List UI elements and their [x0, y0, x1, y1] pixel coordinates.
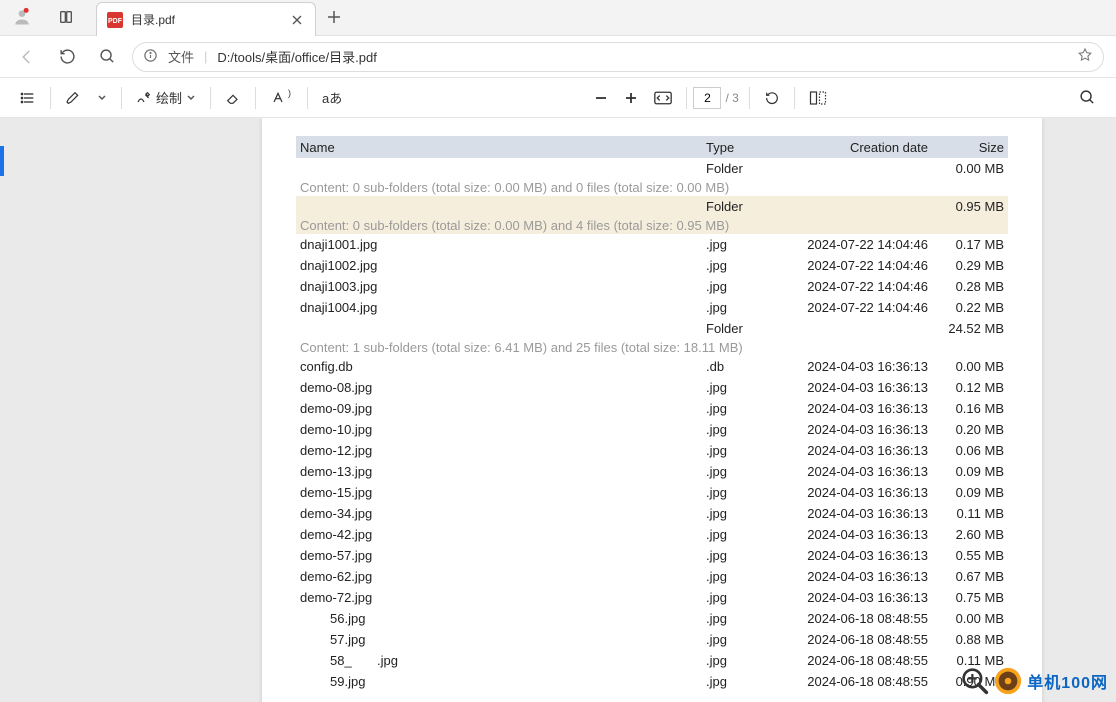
table-row: 59.jpg.jpg2024-06-18 08:48:550.90 MB — [296, 671, 1008, 692]
address-input[interactable]: 文件 | D:/tools/桌面/office/目录.pdf — [132, 42, 1104, 72]
pdf-page: Name Type Creation date Size Folder0.00 … — [262, 118, 1042, 702]
browser-titlebar: PDF 目录.pdf — [0, 0, 1116, 36]
favorite-button[interactable] — [1077, 47, 1093, 66]
table-row: demo-12.jpg.jpg2024-04-03 16:36:130.06 M… — [296, 440, 1008, 461]
folder-summary: Content: 1 sub-folders (total size: 6.41… — [296, 339, 1008, 356]
watermark-text: 单机100网 — [1027, 669, 1108, 693]
folder-summary: Content: 0 sub-folders (total size: 0.00… — [296, 179, 1008, 196]
folder-row: Folder24.52 MB — [296, 318, 1008, 339]
zoom-out-button[interactable] — [586, 83, 616, 113]
address-bar: 文件 | D:/tools/桌面/office/目录.pdf — [0, 36, 1116, 78]
svg-text:PDF: PDF — [108, 18, 123, 25]
table-row: 57.jpg.jpg2024-06-18 08:48:550.88 MB — [296, 629, 1008, 650]
tab-close-button[interactable] — [289, 12, 305, 28]
browser-tab[interactable]: PDF 目录.pdf — [96, 2, 316, 36]
new-tab-button[interactable] — [316, 0, 352, 35]
back-button[interactable] — [12, 42, 42, 72]
erase-button[interactable] — [217, 83, 249, 113]
pdf-toolbar: 绘制 ) aあ / 3 — [0, 78, 1116, 118]
table-header: Name Type Creation date Size — [296, 136, 1008, 158]
table-row: demo-08.jpg.jpg2024-04-03 16:36:130.12 M… — [296, 377, 1008, 398]
page-view-button[interactable] — [801, 83, 835, 113]
watermark-disc-icon — [993, 666, 1023, 696]
refresh-button[interactable] — [52, 42, 82, 72]
table-row: demo-42.jpg.jpg2024-04-03 16:36:132.60 M… — [296, 524, 1008, 545]
watermark-search-icon — [961, 667, 989, 695]
page-number-input[interactable] — [693, 87, 721, 109]
table-row: dnaji1003.jpg.jpg2024-07-22 14:04:460.28… — [296, 276, 1008, 297]
table-row: dnaji1001.jpg.jpg2024-07-22 14:04:460.17… — [296, 234, 1008, 255]
tab-list-button[interactable] — [44, 0, 88, 35]
search-button[interactable] — [92, 42, 122, 72]
highlight-button[interactable] — [57, 83, 89, 113]
find-button[interactable] — [1071, 83, 1104, 113]
table-row: dnaji1004.jpg.jpg2024-07-22 14:04:460.22… — [296, 297, 1008, 318]
fit-button[interactable] — [646, 83, 680, 113]
table-row: demo-13.jpg.jpg2024-04-03 16:36:130.09 M… — [296, 461, 1008, 482]
table-row: demo-15.jpg.jpg2024-04-03 16:36:130.09 M… — [296, 482, 1008, 503]
info-icon — [143, 48, 158, 66]
table-row: demo-09.jpg.jpg2024-04-03 16:36:130.16 M… — [296, 398, 1008, 419]
pdf-icon: PDF — [107, 12, 123, 28]
folder-summary: Content: 0 sub-folders (total size: 0.00… — [296, 217, 1008, 234]
table-row: 58_ .jpg.jpg2024-06-18 08:48:550.11 MB — [296, 650, 1008, 671]
rotate-button[interactable] — [756, 83, 788, 113]
zoom-in-button[interactable] — [616, 83, 646, 113]
folder-row: Folder0.95 MB — [296, 196, 1008, 217]
table-row: demo-10.jpg.jpg2024-04-03 16:36:130.20 M… — [296, 419, 1008, 440]
translate-button[interactable]: aあ — [314, 83, 350, 113]
highlight-dropdown[interactable] — [89, 83, 115, 113]
table-row: dnaji1002.jpg.jpg2024-07-22 14:04:460.29… — [296, 255, 1008, 276]
table-row: demo-34.jpg.jpg2024-04-03 16:36:130.11 M… — [296, 503, 1008, 524]
col-type: Type — [706, 140, 796, 155]
pdf-viewport[interactable]: Name Type Creation date Size Folder0.00 … — [0, 118, 1116, 702]
page-total-label: / 3 — [721, 91, 742, 105]
draw-label: 绘制 — [156, 88, 182, 107]
watermark: 单机100网 — [961, 666, 1108, 696]
tab-title: 目录.pdf — [131, 11, 281, 28]
col-name: Name — [296, 140, 706, 155]
table-row: 56.jpg.jpg2024-06-18 08:48:550.00 MB — [296, 608, 1008, 629]
contents-button[interactable] — [12, 83, 44, 113]
text-button[interactable]: ) — [262, 83, 301, 113]
address-protocol-label: 文件 — [168, 47, 194, 66]
draw-button[interactable]: 绘制 — [128, 83, 204, 113]
table-row: config.db.db2024-04-03 16:36:130.00 MB — [296, 356, 1008, 377]
scroll-indicator — [0, 146, 4, 176]
folder-row: Folder0.00 MB — [296, 158, 1008, 179]
table-row: demo-62.jpg.jpg2024-04-03 16:36:130.67 M… — [296, 566, 1008, 587]
table-row: demo-72.jpg.jpg2024-04-03 16:36:130.75 M… — [296, 587, 1008, 608]
table-row: demo-57.jpg.jpg2024-04-03 16:36:130.55 M… — [296, 545, 1008, 566]
file-table: Name Type Creation date Size Folder0.00 … — [296, 136, 1008, 692]
address-path: D:/tools/桌面/office/目录.pdf — [217, 47, 376, 66]
profile-button[interactable] — [0, 0, 44, 35]
col-date: Creation date — [796, 140, 936, 155]
col-size: Size — [936, 140, 1006, 155]
